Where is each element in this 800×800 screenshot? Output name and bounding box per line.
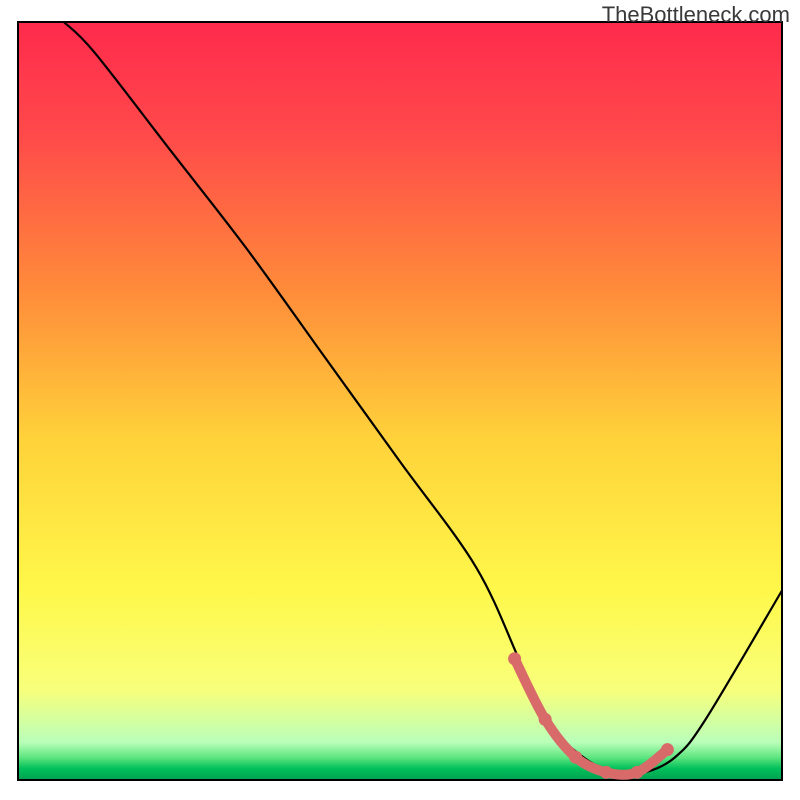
plot-background xyxy=(18,22,782,780)
highlight-dot xyxy=(539,713,552,726)
watermark-text: TheBottleneck.com xyxy=(602,2,790,28)
chart-container: TheBottleneck.com xyxy=(0,0,800,800)
chart-svg xyxy=(0,0,800,800)
highlight-dot xyxy=(569,751,582,764)
highlight-dot xyxy=(630,766,643,779)
highlight-dot xyxy=(600,766,613,779)
highlight-dot xyxy=(508,652,521,665)
highlight-dot xyxy=(661,743,674,756)
